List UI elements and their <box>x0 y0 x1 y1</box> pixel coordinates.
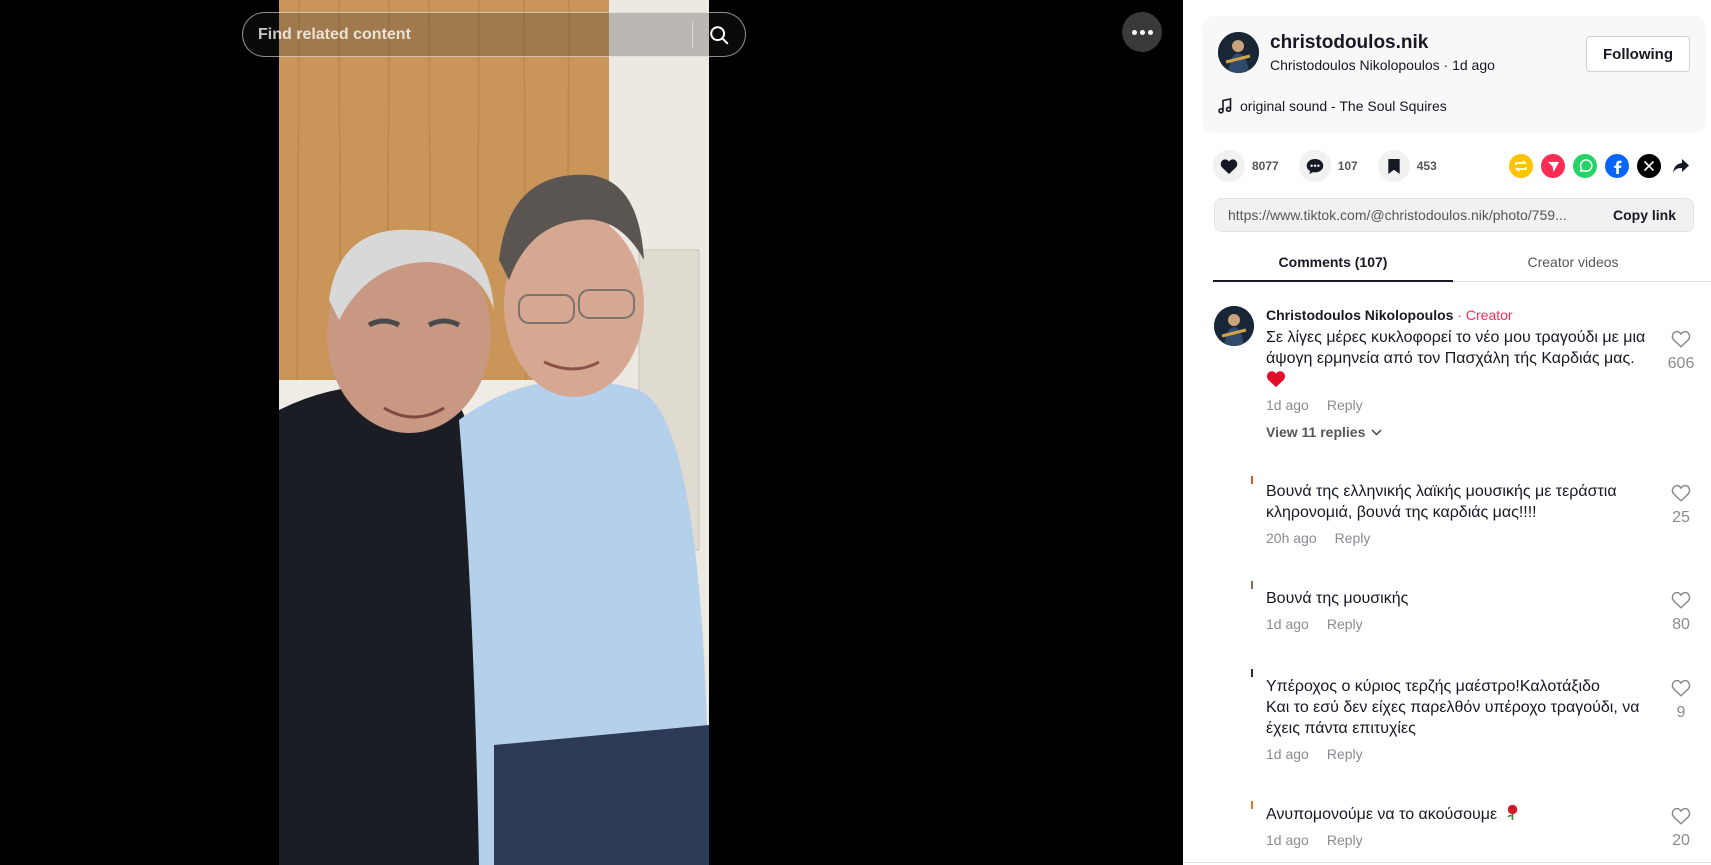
comment-time: 1d ago <box>1266 616 1309 632</box>
comment-like-button[interactable]: 606 <box>1661 330 1701 373</box>
comment-body: Σε λίγες μέρες κυκλοφορεί το νέο μου τρα… <box>1266 329 1646 367</box>
share-arrow-icon[interactable] <box>1669 154 1693 178</box>
comment-text: Βουνά της ελληνικής λαϊκής μουσικής με τ… <box>1266 483 1617 521</box>
whatsapp-icon[interactable] <box>1573 154 1597 178</box>
comment-like-button[interactable]: 25 <box>1661 484 1701 527</box>
media-stage <box>0 0 1183 865</box>
creator-badge: · Creator <box>1453 307 1513 323</box>
view-replies-button[interactable]: View 11 replies <box>1266 424 1382 440</box>
author-avatar[interactable] <box>1218 32 1259 73</box>
comment-author-name: Christodoulos Nikolopoulos <box>1266 307 1454 323</box>
red-heart-emoji <box>1266 370 1646 394</box>
comment-like-count: 20 <box>1672 832 1690 849</box>
save-button[interactable]: 453 <box>1377 150 1437 182</box>
author-handle[interactable]: christodoulos.nik <box>1270 32 1428 54</box>
comments-bottom-divider <box>1183 862 1711 863</box>
comment-like-button[interactable]: 80 <box>1661 591 1701 634</box>
tab-comments[interactable]: Comments (107) <box>1213 248 1453 282</box>
save-count: 453 <box>1416 159 1437 173</box>
comment-avatar[interactable] <box>1214 306 1254 346</box>
repost-icon[interactable] <box>1509 154 1533 178</box>
comment-like-count: 9 <box>1676 704 1686 721</box>
search-button[interactable] <box>693 13 745 56</box>
comment-time: 1d ago <box>1266 832 1309 848</box>
author-subline: Christodoulos Nikolopoulos · 1d ago <box>1270 57 1495 73</box>
heart-outline-icon <box>1671 679 1691 697</box>
more-options-button[interactable] <box>1122 12 1162 52</box>
following-button[interactable]: Following <box>1586 36 1690 72</box>
engagement-stats: 8077 107 453 <box>1213 150 1457 182</box>
save-circle <box>1377 150 1410 182</box>
tab-creator-videos[interactable]: Creator videos <box>1453 248 1693 281</box>
comment-text: Βουνά της μουσικής <box>1266 590 1409 607</box>
more-icon-dot <box>1147 29 1153 35</box>
heart-icon <box>1220 158 1238 174</box>
heart-outline-icon <box>1671 330 1691 348</box>
comment-text: Υπέροχος ο κύριος τερζής μαέστρο!Καλοτάξ… <box>1266 678 1640 737</box>
post-link-text[interactable]: https://www.tiktok.com/@christodoulos.ni… <box>1215 207 1595 223</box>
facebook-icon[interactable] <box>1605 154 1629 178</box>
comment-count: 107 <box>1337 159 1358 173</box>
comment-like-count: 25 <box>1672 509 1690 526</box>
comment-avatar-marker <box>1251 669 1253 677</box>
comment-body: Ανυπομονούμε να το ακούσουμε <box>1266 806 1498 823</box>
comment-like-button[interactable]: 9 <box>1661 679 1701 722</box>
search-input[interactable] <box>243 13 692 56</box>
panel-tabs: Comments (107) Creator videos <box>1213 248 1711 282</box>
rose-icon <box>1506 804 1517 820</box>
heart-outline-icon <box>1671 591 1691 609</box>
like-count: 8077 <box>1252 159 1279 173</box>
music-title: original sound - The Soul Squires <box>1240 98 1447 114</box>
post-photo <box>279 0 709 865</box>
comment-time: 1d ago <box>1266 397 1309 413</box>
reply-button[interactable]: Reply <box>1327 746 1363 762</box>
copy-link-button[interactable]: Copy link <box>1595 207 1693 223</box>
reply-button[interactable]: Reply <box>1327 832 1363 848</box>
avatar-image <box>1214 306 1254 346</box>
comment-avatar-marker <box>1251 801 1253 809</box>
comment-avatar-marker <box>1251 581 1253 589</box>
post-link-box: https://www.tiktok.com/@christodoulos.ni… <box>1214 198 1694 232</box>
comment-text: Ανυπομονούμε να το ακούσουμε <box>1266 804 1646 825</box>
reply-button[interactable]: Reply <box>1327 397 1363 413</box>
bookmark-icon <box>1388 158 1400 174</box>
heart-outline-icon <box>1671 484 1691 502</box>
reply-button[interactable]: Reply <box>1327 616 1363 632</box>
comment-meta: 1d ago Reply <box>1266 397 1363 413</box>
comment-author[interactable]: Christodoulos Nikolopoulos · Creator <box>1266 307 1513 323</box>
send-icon[interactable] <box>1541 154 1565 178</box>
search-icon <box>710 25 729 44</box>
comment-like-count: 606 <box>1667 355 1695 372</box>
comment-meta: 20h ago Reply <box>1266 530 1370 546</box>
comment-meta: 1d ago Reply <box>1266 616 1363 632</box>
x-icon[interactable] <box>1637 154 1661 178</box>
music-note-icon <box>1218 98 1232 114</box>
comment-like-button[interactable]: 20 <box>1661 807 1701 850</box>
like-circle <box>1213 150 1245 182</box>
comment-like-count: 80 <box>1672 616 1690 633</box>
share-row <box>1509 154 1693 178</box>
photo-illustration <box>279 0 709 865</box>
comment-meta: 1d ago Reply <box>1266 746 1363 762</box>
comment-time: 20h ago <box>1266 530 1317 546</box>
reply-button[interactable]: Reply <box>1335 530 1371 546</box>
chevron-down-icon <box>1371 428 1382 436</box>
like-button[interactable]: 8077 <box>1213 150 1279 182</box>
music-link[interactable]: original sound - The Soul Squires <box>1218 98 1447 114</box>
search-bar[interactable] <box>242 12 746 57</box>
comment-icon <box>1306 158 1323 174</box>
avatar-image <box>1218 32 1259 73</box>
heart-outline-icon <box>1671 807 1691 825</box>
comment-text: Σε λίγες μέρες κυκλοφορεί το νέο μου τρα… <box>1266 327 1646 394</box>
comment-time: 1d ago <box>1266 746 1309 762</box>
comment-meta: 1d ago Reply <box>1266 832 1363 848</box>
comment-circle <box>1298 150 1331 182</box>
comment-avatar-marker <box>1251 476 1253 484</box>
view-replies-label: View 11 replies <box>1266 424 1366 440</box>
more-icon <box>1131 29 1137 35</box>
more-icon-dot <box>1139 29 1145 35</box>
comment-button[interactable]: 107 <box>1298 150 1358 182</box>
